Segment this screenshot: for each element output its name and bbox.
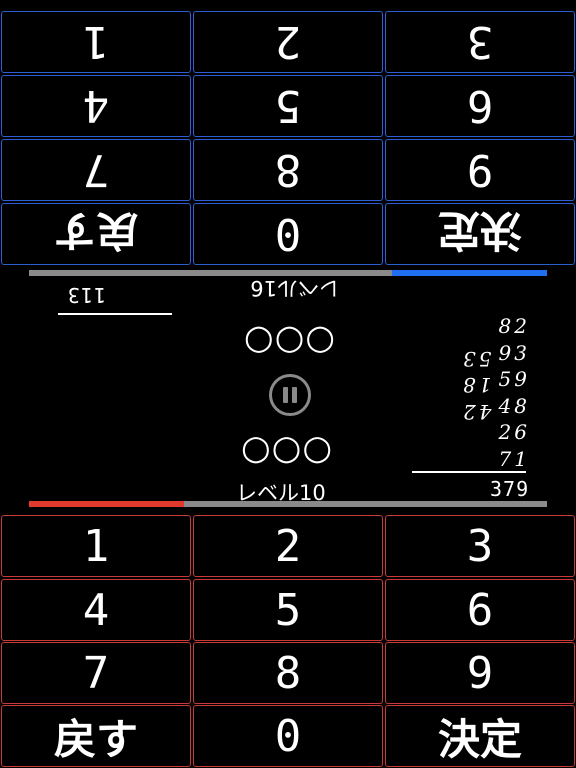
p2-key-7[interactable]: 7 bbox=[1, 139, 191, 201]
p1-number: 26 bbox=[498, 420, 530, 444]
p1-key-8[interactable]: 8 bbox=[193, 642, 383, 704]
p2-key-0[interactable]: 0 bbox=[193, 203, 383, 265]
p1-key-1[interactable]: 1 bbox=[1, 515, 191, 577]
pause-icon bbox=[283, 387, 288, 403]
p2-key-decide[interactable]: 決定 bbox=[385, 203, 575, 265]
player1-timer-bar bbox=[29, 501, 547, 507]
p2-key-6[interactable]: 6 bbox=[385, 75, 575, 137]
p1-number-list: 82 93 59 48 26 71 bbox=[460, 313, 530, 472]
p1-key-9[interactable]: 9 bbox=[385, 642, 575, 704]
p2-key-9[interactable]: 9 bbox=[385, 139, 575, 201]
p1-number: 48 bbox=[498, 393, 530, 418]
p1-key-7[interactable]: 7 bbox=[1, 642, 191, 704]
p2-key-2[interactable]: 2 bbox=[193, 11, 383, 73]
p1-key-6[interactable]: 6 bbox=[385, 579, 575, 641]
p2-sum-line bbox=[58, 313, 172, 315]
pause-button[interactable] bbox=[269, 374, 311, 416]
p2-key-4[interactable]: 4 bbox=[1, 75, 191, 137]
p1-number: 59 bbox=[498, 367, 530, 391]
p1-key-back[interactable]: 戻す bbox=[1, 705, 191, 767]
p1-number: 82 bbox=[498, 314, 530, 338]
p1-number: 71 bbox=[498, 446, 530, 471]
play-area: 42 18 53 113 レベル16 ○○○ ○○○ レベル10 82 93 5… bbox=[0, 276, 576, 505]
p1-key-decide[interactable]: 決定 bbox=[385, 705, 575, 767]
p2-level: レベル16 bbox=[250, 276, 340, 300]
p1-key-4[interactable]: 4 bbox=[1, 579, 191, 641]
p2-key-3[interactable]: 3 bbox=[385, 11, 575, 73]
p1-answer: 379 bbox=[490, 477, 530, 501]
pause-icon-bar bbox=[292, 387, 297, 403]
p2-key-1[interactable]: 1 bbox=[1, 11, 191, 73]
p1-number: 93 bbox=[498, 340, 530, 365]
player1-timer-fill bbox=[29, 501, 185, 507]
p1-key-2[interactable]: 2 bbox=[193, 515, 383, 577]
p2-circles: ○○○ bbox=[242, 322, 335, 362]
p1-key-5[interactable]: 5 bbox=[193, 579, 383, 641]
p1-key-3[interactable]: 3 bbox=[385, 515, 575, 577]
player2-keypad: 決定 0 戻す 9 8 7 6 5 4 3 2 1 bbox=[0, 11, 576, 265]
player1-keypad: 1 2 3 4 5 6 7 8 9 戻す 0 決定 bbox=[0, 513, 576, 768]
p2-answer: 113 bbox=[66, 283, 106, 307]
p2-key-back[interactable]: 戻す bbox=[1, 203, 191, 265]
p1-circles: ○○○ bbox=[241, 428, 334, 468]
p2-key-8[interactable]: 8 bbox=[193, 139, 383, 201]
p1-key-0[interactable]: 0 bbox=[193, 705, 383, 767]
p2-key-5[interactable]: 5 bbox=[193, 75, 383, 137]
p1-sum-line bbox=[412, 471, 526, 473]
